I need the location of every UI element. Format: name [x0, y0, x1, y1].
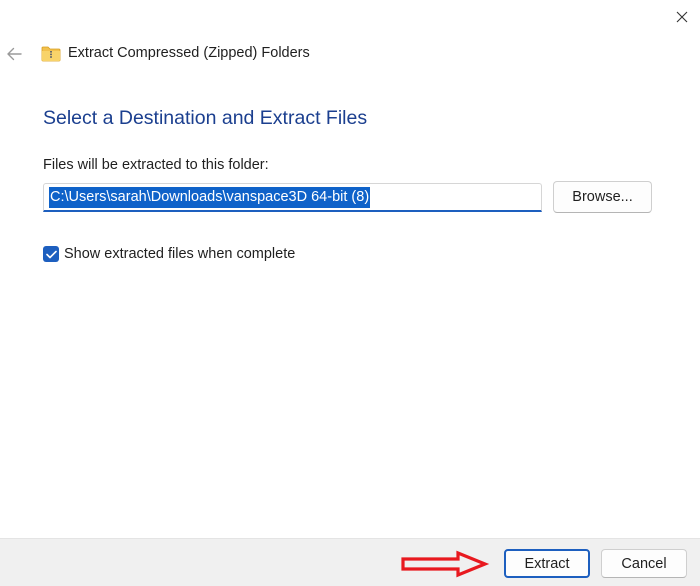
show-files-checkbox[interactable] [43, 246, 59, 262]
browse-button[interactable]: Browse... [553, 181, 652, 213]
close-icon [676, 11, 688, 23]
extract-dialog: Extract Compressed (Zipped) Folders Sele… [0, 0, 700, 586]
red-arrow-annotation [401, 550, 490, 578]
dialog-footer [0, 538, 700, 586]
back-arrow-icon [7, 47, 22, 61]
show-files-label: Show extracted files when complete [64, 246, 296, 262]
destination-path-input[interactable]: C:\Users\sarah\Downloads\vanspace3D 64-b… [43, 183, 542, 212]
zipped-folder-icon [41, 46, 61, 62]
back-button[interactable] [2, 42, 26, 66]
cancel-button[interactable]: Cancel [601, 549, 687, 578]
show-files-option[interactable]: Show extracted files when complete [43, 246, 295, 262]
page-heading: Select a Destination and Extract Files [43, 107, 368, 129]
extract-button[interactable]: Extract [504, 549, 590, 578]
close-button[interactable] [664, 2, 700, 32]
window-title: Extract Compressed (Zipped) Folders [68, 45, 310, 61]
destination-label: Files will be extracted to this folder: [43, 157, 269, 173]
destination-path-text: C:\Users\sarah\Downloads\vanspace3D 64-b… [49, 187, 371, 208]
checkmark-icon [45, 250, 57, 258]
